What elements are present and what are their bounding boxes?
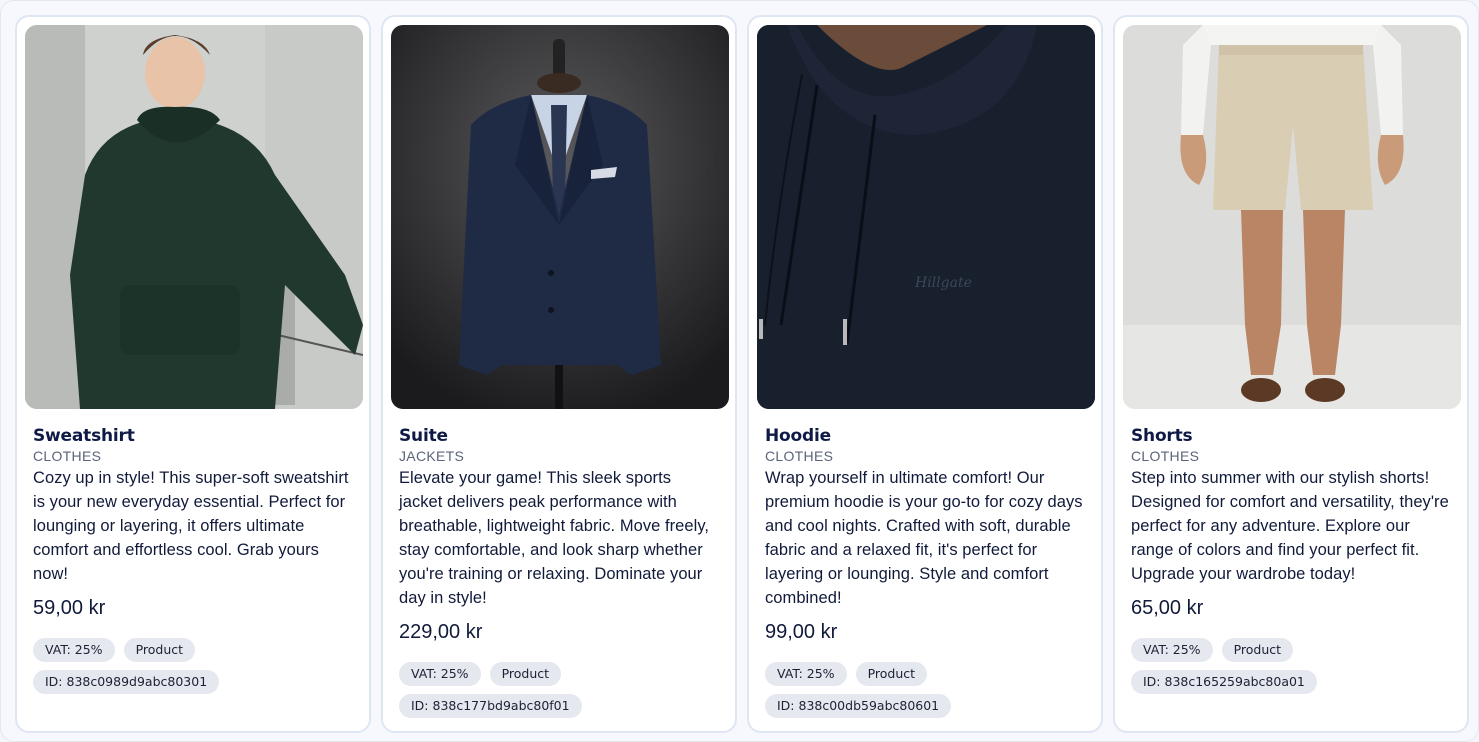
product-card[interactable]: Shorts CLOTHES Step into summer with our… (1113, 15, 1469, 733)
svg-text:Hillgate: Hillgate (914, 275, 972, 291)
type-badge: Product (855, 662, 928, 686)
product-description: Step into summer with our stylish shorts… (1131, 469, 1449, 583)
product-description: Wrap yourself in ultimate comfort! Our p… (765, 469, 1083, 607)
product-price: 99,00 kr (765, 621, 838, 643)
vat-badge: VAT: 25% (765, 662, 847, 686)
product-image[interactable] (1123, 25, 1461, 409)
tag-list: VAT: 25% Product ID: 838c177bd9abc80f01 (399, 662, 659, 718)
product-category: CLOTHES (33, 448, 102, 464)
product-grid: Sweatshirt CLOTHES Cozy up in style! Thi… (0, 0, 1479, 742)
jacket-photo (391, 25, 729, 409)
vat-badge: VAT: 25% (33, 638, 115, 662)
shorts-photo (1123, 25, 1461, 409)
id-badge: ID: 838c0989d9abc80301 (33, 670, 220, 694)
type-badge: Product (489, 662, 562, 686)
product-category: JACKETS (399, 448, 465, 464)
tag-list: VAT: 25% Product ID: 838c00db59abc80601 (765, 662, 1025, 718)
product-name[interactable]: Suite (399, 425, 719, 447)
product-description: Elevate your game! This sleek sports jac… (399, 469, 710, 607)
vat-badge: VAT: 25% (1131, 638, 1213, 662)
product-name[interactable]: Hoodie (765, 425, 1085, 447)
product-image[interactable] (25, 25, 363, 409)
product-card[interactable]: Sweatshirt CLOTHES Cozy up in style! Thi… (15, 15, 371, 733)
product-card[interactable]: Hillgate Hoodie CLOTHES Wrap yourself in… (747, 15, 1103, 733)
id-badge: ID: 838c165259abc80a01 (1131, 670, 1317, 694)
product-price: 65,00 kr (1131, 597, 1204, 619)
vat-badge: VAT: 25% (399, 662, 481, 686)
product-name[interactable]: Shorts (1131, 425, 1451, 447)
product-card[interactable]: Suite JACKETS Elevate your game! This sl… (381, 15, 737, 733)
product-price: 59,00 kr (33, 597, 106, 619)
product-category: CLOTHES (765, 448, 834, 464)
id-badge: ID: 838c177bd9abc80f01 (399, 694, 582, 718)
id-badge: ID: 838c00db59abc80601 (765, 694, 952, 718)
type-badge: Product (1221, 638, 1294, 662)
hoodie-photo: Hillgate (757, 25, 1095, 409)
product-description: Cozy up in style! This super-soft sweats… (33, 469, 349, 583)
product-image[interactable]: Hillgate (757, 25, 1095, 409)
sweatshirt-photo (25, 25, 363, 409)
type-badge: Product (123, 638, 196, 662)
tag-list: VAT: 25% Product ID: 838c165259abc80a01 (1131, 638, 1391, 694)
product-name[interactable]: Sweatshirt (33, 425, 353, 447)
product-category: CLOTHES (1131, 448, 1200, 464)
product-image[interactable] (391, 25, 729, 409)
tag-list: VAT: 25% Product ID: 838c0989d9abc80301 (33, 638, 293, 694)
product-price: 229,00 kr (399, 621, 483, 643)
